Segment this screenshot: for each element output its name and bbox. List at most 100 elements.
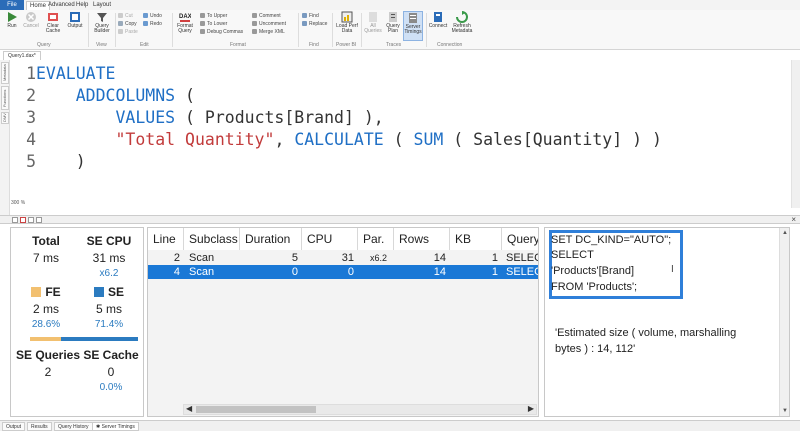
uncomment-button[interactable]: Uncomment [252,21,286,27]
side-tab-dmv[interactable]: DMV [1,112,9,124]
column-header-query[interactable]: Query [502,228,538,250]
tab-results[interactable]: Results [27,422,52,431]
code-line[interactable]: 4 "Total Quantity", CALCULATE ( SUM ( Sa… [10,129,790,151]
load-perf-data-button[interactable]: Load Perf Data [336,11,358,34]
tab-server-timings[interactable]: ✱ Server Timings [92,422,139,431]
copy-label: Copy [125,21,137,27]
scroll-down-icon[interactable]: ▼ [782,408,788,414]
editor-vertical-scrollbar[interactable] [791,60,800,208]
redo-button[interactable]: Redo [143,21,162,27]
side-tab-functions[interactable]: Functions [1,86,9,110]
group-label-power-bi: Power BI [336,42,357,48]
cell-subclass: Scan [189,252,215,264]
cell-cpu: 31 [341,252,354,264]
side-tab-metadata[interactable]: Metadata [1,62,9,84]
query-line: SET DC_KIND="AUTO"; [551,234,672,246]
group-label-view: View [96,42,107,48]
scrollbar-thumb[interactable] [196,406,316,413]
scroll-up-icon[interactable]: ▲ [782,230,788,236]
group-label-format: Format [230,42,246,48]
redo-label: Redo [150,21,162,27]
output-button[interactable]: Output [65,11,85,29]
cell-rows: 14 [433,266,446,278]
connect-icon [434,12,442,22]
cancel-button[interactable]: Cancel [22,11,40,29]
undo-button[interactable]: Undo [143,13,162,19]
tab-output[interactable]: Output [2,422,26,431]
to-lower-button[interactable]: To Lower [200,21,227,27]
table-row[interactable]: 4 Scan 0 0 14 1 SELECT [148,265,538,279]
panel-pause-button[interactable] [12,217,18,223]
query-plan-button[interactable]: Query Plan [384,11,402,34]
replace-icon [302,21,307,26]
column-header-subclass[interactable]: Subclass [184,228,240,250]
replace-label: Replace [309,21,328,27]
bottom-tab-strip: Output Results Query History ✱ Server Ti… [0,420,800,431]
column-header-duration[interactable]: Duration [240,228,302,250]
svg-text:DAX: DAX [179,14,191,20]
query-text-scrollbar[interactable]: ▲ ▼ [779,228,789,416]
undo-label: Undo [150,13,162,19]
query-builder-button[interactable]: Query Builder [92,11,112,34]
line-number: 3 [26,108,36,127]
cell-cpu: 0 [347,266,354,278]
table-row[interactable]: 2 Scan 5 31 x6.2 14 1 SELECT [148,251,538,265]
refresh-metadata-button[interactable]: Refresh Metadata [450,11,474,34]
column-header-kb[interactable]: KB [450,228,502,250]
run-icon [8,12,17,22]
se-cache-value: 0 [107,365,115,379]
scroll-right-icon[interactable]: ▶ [528,404,534,413]
find-button[interactable]: Find [302,13,319,19]
column-header-rows[interactable]: Rows [394,228,450,250]
clear-cache-button[interactable]: Clear Cache [43,11,63,34]
query-editor[interactable]: 1 EVALUATE 2 ADDCOLUMNS (3 VALUES ( Produc… [10,60,800,208]
uncomment-label: Uncomment [259,21,286,27]
panel-stop-button[interactable] [20,217,26,223]
merge-xml-button[interactable]: Merge XML [252,29,285,35]
column-header-cpu[interactable]: CPU [302,228,358,250]
copy-button[interactable]: Copy [118,21,137,27]
grid-horizontal-scrollbar[interactable]: ◀ ▶ [183,404,537,415]
comment-icon [252,13,257,18]
cut-button[interactable]: Cut [118,13,133,19]
refresh-metadata-label: Refresh Metadata [451,23,473,34]
code-line[interactable]: 5 ) [10,151,790,173]
replace-button[interactable]: Replace [302,21,327,27]
document-tab[interactable]: Query1.dax* [3,51,41,60]
to-upper-icon [200,13,205,18]
connect-button[interactable]: Connect [428,11,448,29]
to-upper-button[interactable]: To Upper [200,13,227,19]
format-query-button[interactable]: DAX Format Query [175,11,195,34]
group-label-traces: Traces [386,42,402,48]
column-header-par[interactable]: Par. [358,228,394,250]
all-queries-button[interactable]: All Queries [364,11,382,34]
panel-copy-button[interactable] [36,217,42,223]
tab-query-history[interactable]: Query History [54,422,93,431]
to-lower-icon [200,21,205,26]
cancel-icon [26,12,36,22]
debug-commas-button[interactable]: Debug Commas [200,29,243,35]
tab-layout[interactable]: Layout [90,1,114,10]
dax-text: ( Products[Brand] ), [175,108,384,127]
scroll-left-icon[interactable]: ◀ [186,404,192,413]
column-header-line[interactable]: Line [148,228,184,250]
fe-percent: 28.6% [31,319,61,330]
comment-button[interactable]: Comment [252,13,281,19]
redo-icon [143,21,148,26]
panel-clear-button[interactable] [28,217,34,223]
query-plan-icon [389,12,397,22]
code-line[interactable]: 3 VALUES ( Products[Brand] ), [10,107,790,129]
run-label: Run [7,23,17,29]
cell-rows: 14 [433,252,446,264]
close-icon[interactable]: × [791,215,796,224]
paste-button[interactable]: Paste [118,29,138,35]
zoom-level[interactable]: 300 % [11,200,25,206]
code-line[interactable]: 1 EVALUATE [10,63,790,85]
run-button[interactable]: Run [4,11,20,29]
server-timings-button[interactable]: Server Timings [403,11,423,41]
tab-help[interactable]: Help [73,1,91,10]
code-line[interactable]: 2 ADDCOLUMNS ( [10,85,790,107]
fe-ratio-fill [30,337,61,341]
tab-file[interactable]: File [0,0,24,10]
